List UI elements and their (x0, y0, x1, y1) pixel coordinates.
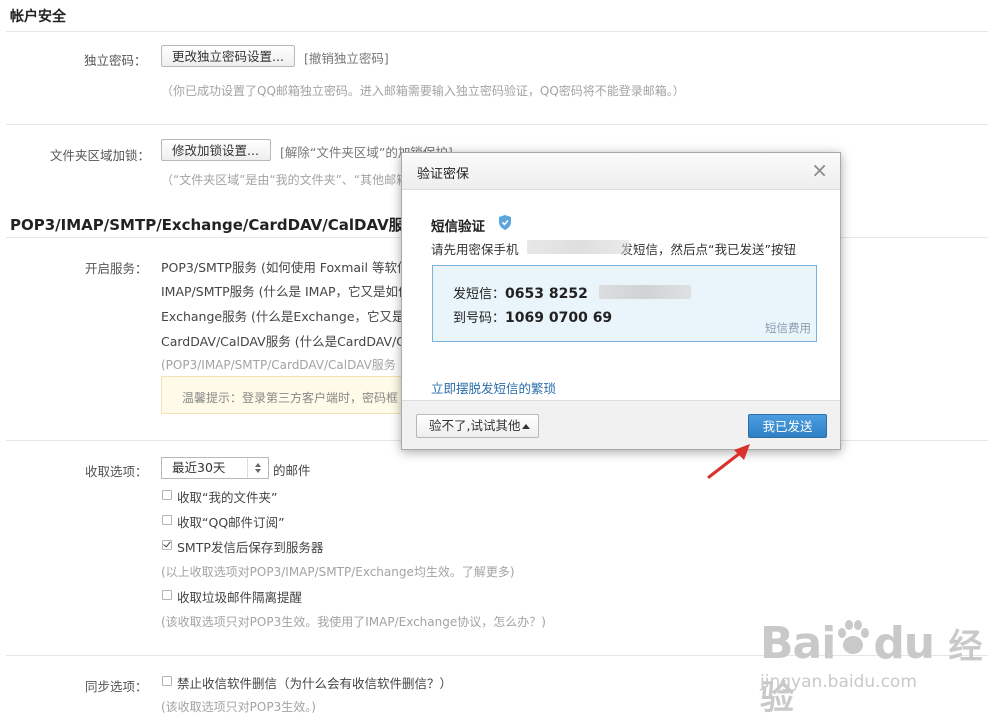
checkbox-forbid-delete[interactable] (162, 676, 172, 686)
folder-lock-hint: （“文件夹区域”是由“我的文件夹”、“其他邮箱 (161, 173, 409, 187)
try-other-button[interactable]: 验不了,试试其他 (416, 414, 539, 438)
service-pop3-smtp[interactable]: POP3/SMTP服务 (如何使用 Foxmail 等软件 (161, 257, 409, 276)
independent-password-label: 独立密码： (84, 53, 147, 68)
close-icon[interactable]: × (811, 158, 828, 182)
shield-icon (498, 215, 512, 230)
watermark-brand2: du (873, 618, 935, 669)
masked-phone-number (527, 240, 629, 254)
services-hint: (POP3/IMAP/SMTP/CardDAV/CalDAV服务 (161, 358, 396, 372)
sync-hint: (该收取选项只对POP3生效。) (161, 700, 316, 714)
escape-sms-link[interactable]: 立即摆脱发短信的繁琐 (431, 378, 556, 397)
sync-options-label: 同步选项： (85, 679, 148, 694)
dialog-title: 验证密保 (417, 167, 470, 182)
checkbox-spam-reminder[interactable] (162, 590, 172, 600)
sms-sent-button[interactable]: 我已发送 (748, 414, 827, 438)
service-carddav-caldav[interactable]: CardDAV/CalDAV服务 (什么是CardDAV/C (161, 331, 405, 350)
checkbox-smtp-save[interactable] (162, 540, 172, 550)
to-number: 1069 0700 69 (505, 310, 613, 326)
checkbox-smtp-save-label: SMTP发信后保存到服务器 (177, 540, 324, 555)
checkbox-my-folders-label: 收取“我的文件夹” (177, 490, 278, 505)
checkbox-spam-reminder-label: 收取垃圾邮件隔离提醒 (177, 590, 303, 605)
caret-up-icon (522, 424, 530, 429)
instruction-suffix: 发短信，然后点“我已发送”按钮 (620, 242, 796, 257)
enable-service-label: 开启服务： (85, 261, 148, 276)
warm-tip-text: 温馨提示：登录第三方客户端时，密码框 (182, 391, 399, 405)
receive-range-suffix: 的邮件 (273, 463, 311, 478)
divider (6, 31, 988, 32)
paw-icon (835, 618, 873, 669)
independent-password-hint: （你已成功设置了QQ邮箱独立密码。进入邮箱需要输入独立密码验证，QQ密码将不能登… (161, 84, 685, 98)
send-number: 0653 8252 (505, 286, 588, 302)
service-exchange[interactable]: Exchange服务 (什么是Exchange，它又是 (161, 306, 405, 325)
sms-fee-link[interactable]: 短信费用 (765, 320, 811, 336)
receive-range-value: 最近30天 (172, 460, 226, 475)
sms-verify-heading: 短信验证 (431, 219, 485, 235)
checkbox-qq-subscriptions[interactable] (162, 515, 172, 525)
masked-sms-code (599, 285, 691, 299)
receive-options-hint: (以上收取选项对POP3/IMAP/SMTP/Exchange均生效。了解更多) (161, 565, 515, 579)
pop3-section-title: POP3/IMAP/SMTP/Exchange/CardDAV/CalDAV服 (10, 216, 404, 234)
checkbox-my-folders[interactable] (162, 490, 172, 500)
revoke-independent-password-link[interactable]: [撤销独立密码] (304, 48, 389, 67)
folder-lock-label: 文件夹区域加锁： (50, 148, 151, 163)
send-sms-row: 发短信：0653 8252 (453, 283, 588, 302)
try-other-label: 验不了,试试其他 (429, 418, 521, 433)
select-arrows-icon (247, 458, 268, 478)
change-independent-password-button[interactable]: 更改独立密码设置... (161, 45, 295, 67)
sms-info-box: 发短信：0653 8252 到号码：1069 0700 69 短信费用 (432, 265, 817, 342)
pop3-only-hint: (该收取选项只对POP3生效。我使用了IMAP/Exchange协议，怎么办？) (161, 615, 546, 629)
warm-tip-notice: 温馨提示：登录第三方客户端时，密码框 (161, 376, 421, 414)
checkbox-forbid-delete-label: 禁止收信软件删信（为什么会有收信软件删信？） (177, 676, 453, 691)
instruction-prefix: 请先用密保手机 (431, 242, 519, 257)
watermark-brand: Bai (760, 618, 836, 669)
send-label: 发短信： (453, 287, 506, 302)
red-arrow-icon (707, 444, 750, 479)
receive-range-select[interactable]: 最近30天 (161, 457, 269, 479)
receive-options-label: 收取选项： (85, 464, 148, 479)
baidu-watermark-logo: Bai du 经验 (760, 618, 988, 720)
divider (6, 124, 988, 125)
watermark-url: jingyan.baidu.com (760, 672, 917, 692)
to-label: 到号码： (453, 311, 506, 326)
dialog-footer: 验不了,试试其他 我已发送 (402, 400, 840, 449)
account-security-title: 帐户安全 (10, 9, 66, 25)
verify-security-dialog: 验证密保 × 短信验证 请先用密保手机 发短信，然后点“我已发送”按钮 发短信：0… (401, 152, 841, 450)
dialog-header: 验证密保 × (402, 153, 840, 190)
to-number-row: 到号码：1069 0700 69 (453, 307, 612, 326)
checkbox-qq-subscriptions-label: 收取“QQ邮件订阅” (177, 515, 285, 530)
service-imap-smtp[interactable]: IMAP/SMTP服务 (什么是 IMAP，它又是如何 (161, 281, 411, 300)
modify-lock-button[interactable]: 修改加锁设置... (161, 139, 271, 161)
